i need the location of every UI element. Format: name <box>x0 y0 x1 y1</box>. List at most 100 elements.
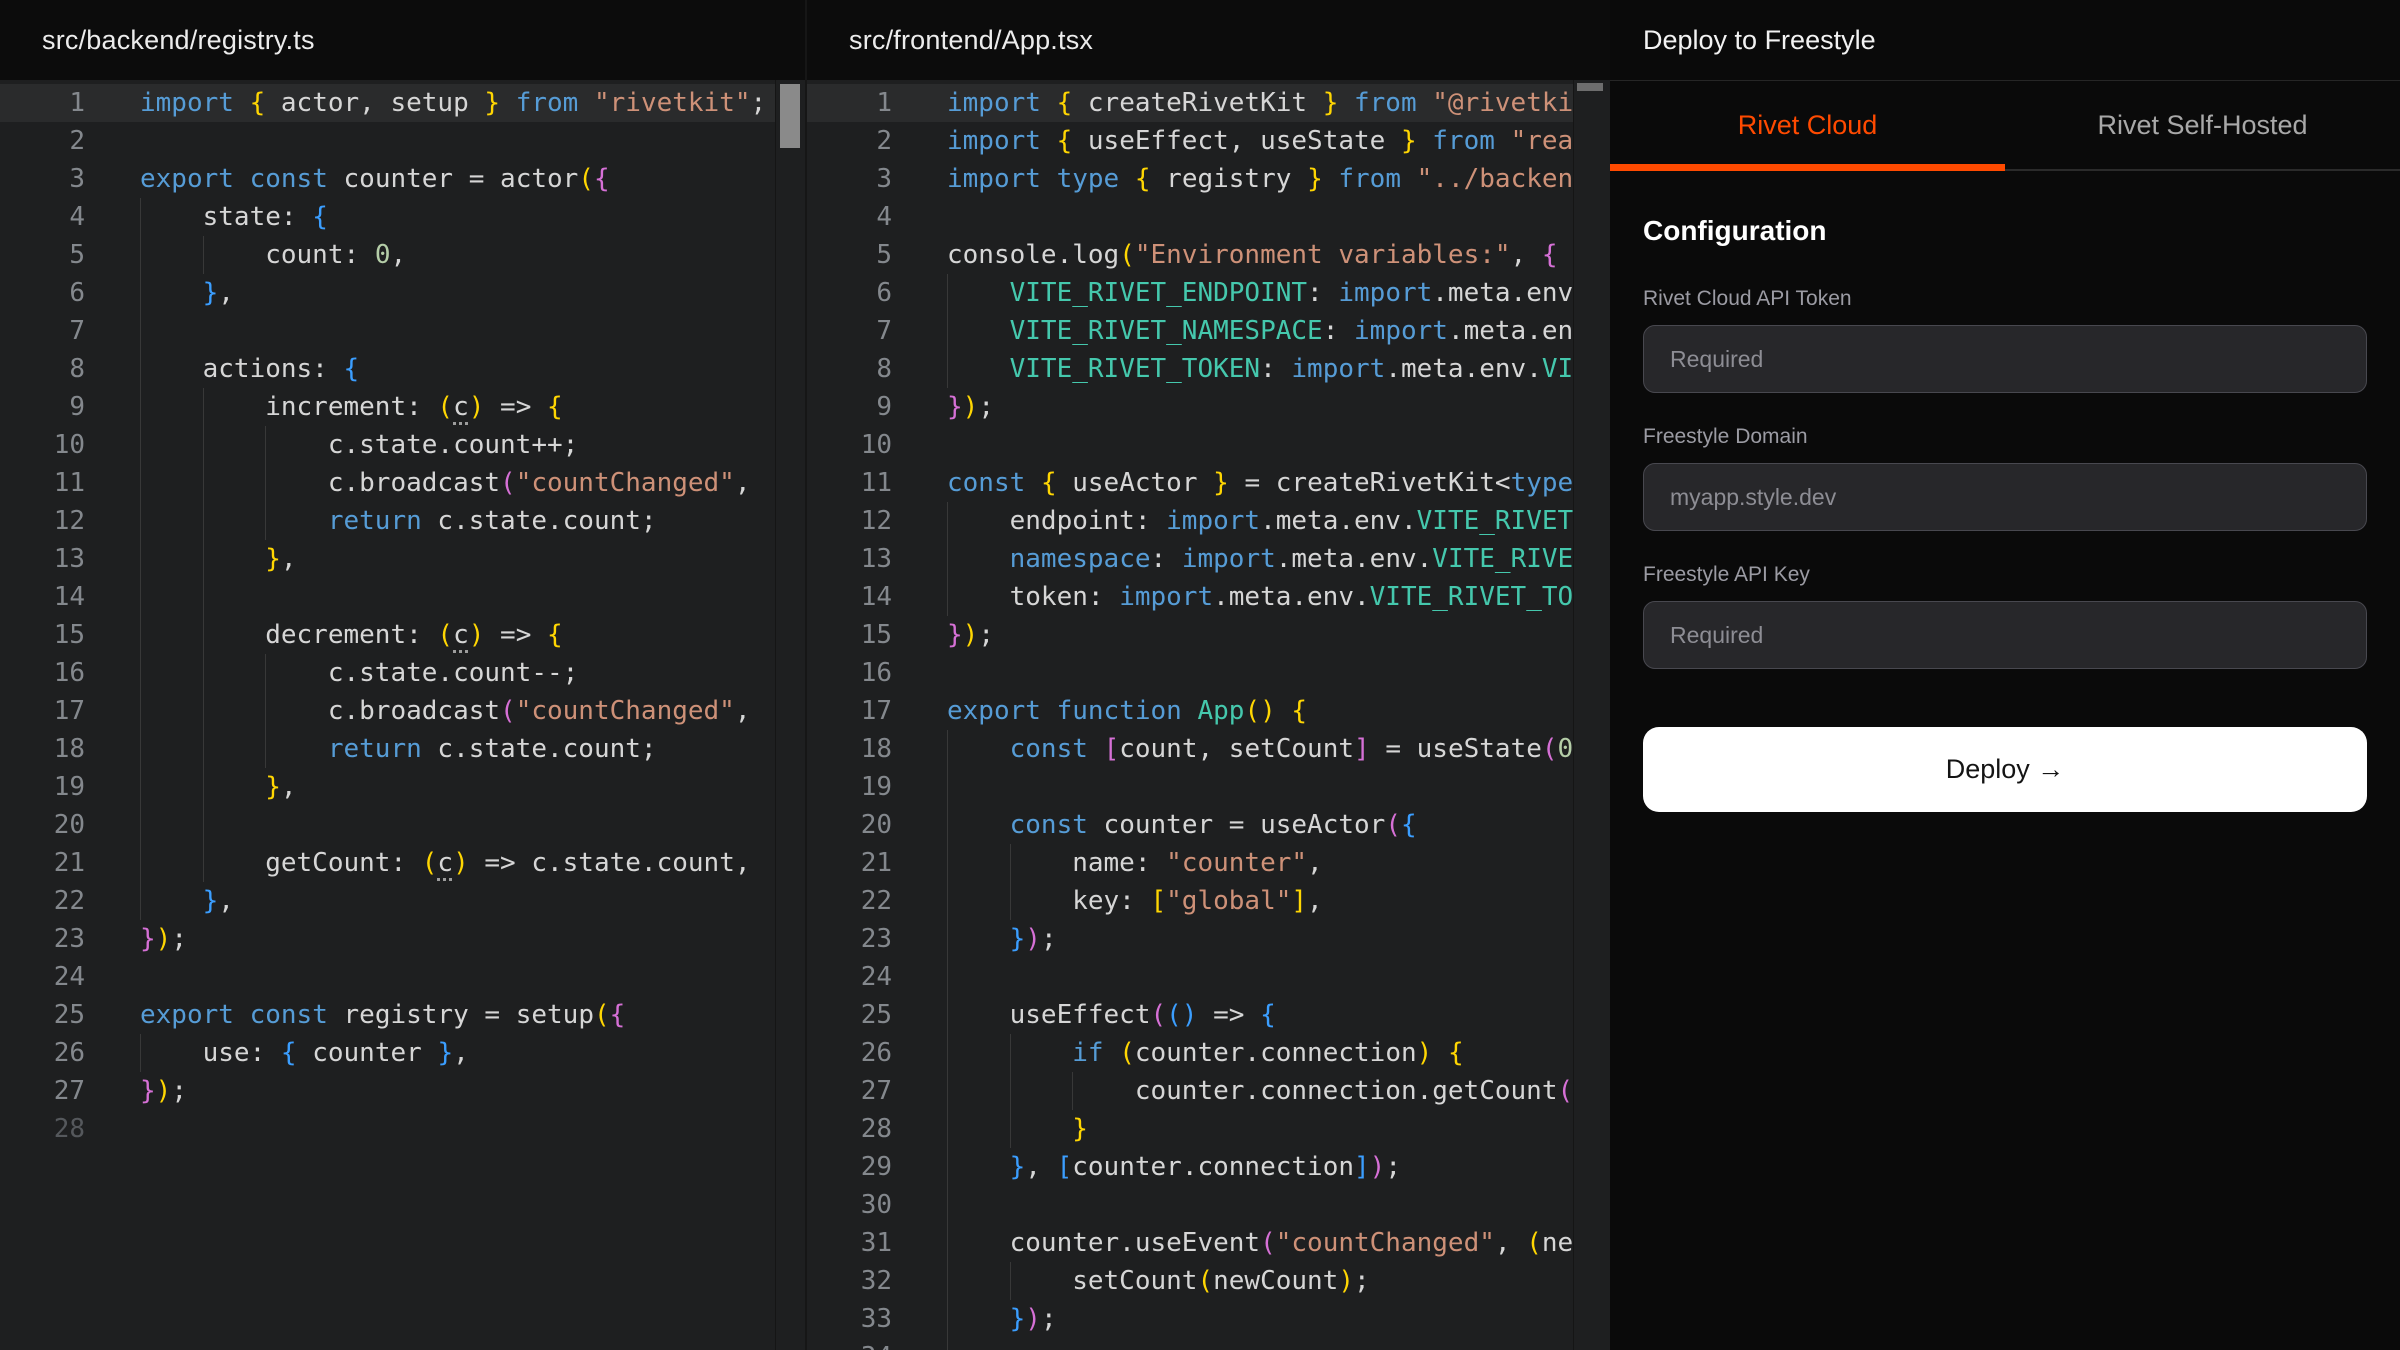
code-line: 1import { createRivetKit } from "@rivetk… <box>807 84 1610 122</box>
code-line: 25 useEffect(() => { <box>807 996 1610 1034</box>
indent-guide <box>203 654 204 692</box>
editor-pane-frontend: src/frontend/App.tsx 1import { createRiv… <box>805 0 1610 1350</box>
line-number: 5 <box>807 236 892 274</box>
line-number: 11 <box>0 464 85 502</box>
code-line: 29 }, [counter.connection]); <box>807 1148 1610 1186</box>
file-title-bar: src/frontend/App.tsx <box>807 0 1610 80</box>
indent-guide <box>947 502 948 540</box>
code-line-content: c.state.count++; <box>140 426 578 464</box>
indent-guide <box>947 1110 948 1148</box>
line-number: 2 <box>0 122 85 160</box>
scrollbar-thumb[interactable] <box>780 84 800 148</box>
line-number: 18 <box>807 730 892 768</box>
field-label: Freestyle API Key <box>1643 563 2367 587</box>
tab-rivet-self-hosted[interactable]: Rivet Self-Hosted <box>2005 81 2400 169</box>
code-line-content: namespace: import.meta.env.VITE_RIVE <box>947 540 1573 578</box>
code-line-content: import { actor, setup } from "rivetkit"; <box>140 84 766 122</box>
field-freestyle-api-key: Freestyle API Key <box>1643 563 2367 669</box>
code-line: 32 setCount(newCount); <box>807 1262 1610 1300</box>
tab-rivet-cloud[interactable]: Rivet Cloud <box>1610 81 2005 169</box>
code-editor[interactable]: 1import { createRivetKit } from "@rivetk… <box>807 80 1610 1350</box>
indent-guide <box>947 1072 948 1110</box>
code-line-content: import type { registry } from "../backen <box>947 160 1573 198</box>
code-line: 9 increment: (c) => { <box>0 388 805 426</box>
freestyle-api-key-input[interactable] <box>1643 601 2367 669</box>
indent-guide <box>140 426 141 464</box>
freestyle-domain-input[interactable] <box>1643 463 2367 531</box>
code-line-content: c.broadcast("countChanged", <box>140 464 751 502</box>
code-line: 27}); <box>0 1072 805 1110</box>
line-number: 7 <box>0 312 85 350</box>
line-number: 13 <box>0 540 85 578</box>
line-number: 23 <box>807 920 892 958</box>
field-label: Rivet Cloud API Token <box>1643 287 2367 311</box>
code-line: 12 endpoint: import.meta.env.VITE_RIVET <box>807 502 1610 540</box>
line-number: 20 <box>0 806 85 844</box>
code-line: 2import { useEffect, useState } from "re… <box>807 122 1610 160</box>
line-number: 18 <box>0 730 85 768</box>
indent-guide <box>140 236 141 274</box>
line-number: 19 <box>807 768 892 806</box>
indent-guide <box>947 578 948 616</box>
code-line-content: const [count, setCount] = useState(0 <box>947 730 1573 768</box>
code-line-content: decrement: (c) => { <box>140 616 563 654</box>
indent-guide <box>947 1186 948 1224</box>
field-label: Freestyle Domain <box>1643 425 2367 449</box>
code-line: 21 name: "counter", <box>807 844 1610 882</box>
indent-guide <box>947 920 948 958</box>
code-line-content: export function App() { <box>947 692 1307 730</box>
code-line: 9}); <box>807 388 1610 426</box>
indent-guide <box>140 616 141 654</box>
indent-guide <box>203 730 204 768</box>
code-line: 4 state: { <box>0 198 805 236</box>
line-number: 15 <box>0 616 85 654</box>
deploy-button[interactable]: Deploy → <box>1643 727 2367 812</box>
code-line-content: name: "counter", <box>947 844 1323 882</box>
line-number: 17 <box>807 692 892 730</box>
code-editor[interactable]: 1 import { actor, setup } from "rivetkit"… <box>0 80 805 1350</box>
line-number: 34 <box>807 1338 892 1350</box>
line-number: 24 <box>0 958 85 996</box>
code-line: 23 }); <box>807 920 1610 958</box>
line-number: 25 <box>807 996 892 1034</box>
line-number: 1 <box>0 84 85 122</box>
code-line: 4 <box>807 198 1610 236</box>
line-number: 19 <box>0 768 85 806</box>
code-line-content: }); <box>947 1300 1057 1338</box>
scrollbar-track <box>1573 80 1610 1350</box>
code-line: 12 return c.state.count; <box>0 502 805 540</box>
code-line: 5 count: 0, <box>0 236 805 274</box>
line-number: 6 <box>807 274 892 312</box>
line-number: 14 <box>807 578 892 616</box>
code-line: 34 <box>807 1338 1610 1350</box>
line-number: 26 <box>807 1034 892 1072</box>
rivet-cloud-api-token-input[interactable] <box>1643 325 2367 393</box>
code-line-content: setCount(newCount); <box>947 1262 1370 1300</box>
code-line: 28 <box>0 1110 805 1148</box>
line-number: 11 <box>807 464 892 502</box>
code-line: 3import type { registry } from "../backe… <box>807 160 1610 198</box>
code-line: 18 return c.state.count; <box>0 730 805 768</box>
indent-guide <box>203 388 204 426</box>
code-line: 14 token: import.meta.env.VITE_RIVET_TO <box>807 578 1610 616</box>
line-number: 28 <box>807 1110 892 1148</box>
code-line-content: }, <box>140 540 297 578</box>
code-line-content: import { createRivetKit } from "@rivetki… <box>947 84 1589 122</box>
line-number: 5 <box>0 236 85 274</box>
code-line: 19 }, <box>0 768 805 806</box>
line-number: 9 <box>807 388 892 426</box>
code-line: 24 <box>0 958 805 996</box>
code-line-content: }, <box>140 882 234 920</box>
indent-guide <box>947 1148 948 1186</box>
code-line-content: counter.connection.getCount( <box>947 1072 1573 1110</box>
indent-guide <box>1010 1262 1011 1300</box>
code-line: 13 namespace: import.meta.env.VITE_RIVE <box>807 540 1610 578</box>
line-number: 15 <box>807 616 892 654</box>
active-tab-indicator <box>1610 164 2005 171</box>
line-number: 31 <box>807 1224 892 1262</box>
code-line-content: return c.state.count; <box>140 730 657 768</box>
indent-guide <box>140 350 141 388</box>
code-line-content: count: 0, <box>140 236 406 274</box>
scrollbar-thumb[interactable] <box>1577 83 1603 91</box>
indent-guide <box>265 502 266 540</box>
